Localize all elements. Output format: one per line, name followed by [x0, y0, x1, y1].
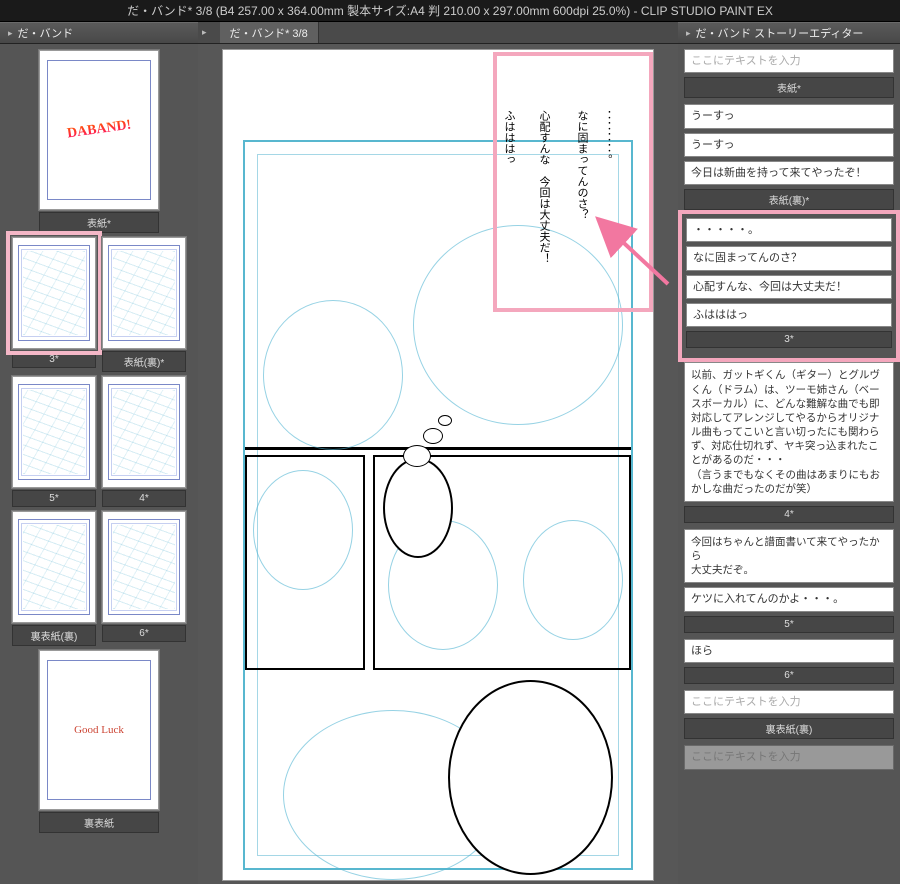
thumb-cell-cover-back[interactable]: 表紙(裏)*: [102, 237, 186, 372]
story-section-3: ・・・・・。 なに固まってんのさ？ 心配すんな、今回は大丈夫だ！ ふはははっ 3…: [684, 216, 894, 356]
thumb-label: 3*: [12, 351, 96, 368]
dialogue-text[interactable]: 心配すんな 今回は大丈夫だ！: [533, 110, 553, 264]
page-manager-header[interactable]: ▸ だ・バンド: [0, 22, 198, 44]
story-section-backcover-inside: ここにテキストを入力 裏表紙(裏): [684, 690, 894, 739]
story-section-cover: ここにテキストを入力 表紙*: [684, 49, 894, 98]
collapse-icon: ▸: [202, 27, 207, 38]
thumb-cell-cover[interactable]: DABAND! 表紙*: [39, 50, 159, 233]
thumb-cell-backcover-inside[interactable]: 裏表紙(裏): [12, 511, 96, 646]
thumb-label: 表紙*: [39, 212, 159, 233]
story-section-5: 今回はちゃんと譜面書いて来てやったから 大丈夫だぞ。 ケツに入れてんのかよ・・・…: [684, 529, 894, 633]
document-tabbar[interactable]: ▸ だ・バンド* 3/8: [198, 22, 678, 44]
thumb-label: 裏表紙: [39, 812, 159, 833]
story-section-label: 表紙(裏)*: [684, 189, 894, 210]
story-line-input[interactable]: 今日は新曲を持って来てやったぞ！: [684, 161, 894, 185]
document-tab-label: だ・バンド* 3/8: [230, 25, 308, 41]
thumb-cell-5[interactable]: 5*: [12, 376, 96, 507]
page-thumb[interactable]: [102, 376, 186, 488]
dialogue-text[interactable]: なに固まってんのさ？: [571, 110, 591, 220]
story-line-input[interactable]: ほら: [684, 639, 894, 663]
page-thumb[interactable]: [12, 376, 96, 488]
story-section-6: ほら 6*: [684, 639, 894, 684]
story-line-input[interactable]: うーすっ: [684, 104, 894, 128]
story-line-input[interactable]: ・・・・・。: [686, 218, 892, 242]
thumb-label: 裏表紙(裏): [12, 625, 96, 646]
main-layout: ▸ だ・バンド DABAND! 表紙* 3*: [0, 22, 900, 884]
story-section-label: 表紙*: [684, 77, 894, 98]
page-manager-title: だ・バンド: [18, 25, 74, 41]
thumb-label: 表紙(裏)*: [102, 351, 186, 372]
thumb-label: 5*: [12, 490, 96, 507]
story-section-label: 3*: [686, 331, 892, 348]
story-line-input[interactable]: ケツに入れてんのかよ・・・。: [684, 587, 894, 611]
story-editor-title: だ・バンド ストーリーエディター: [696, 25, 864, 41]
window-titlebar: だ・バンド* 3/8 (B4 257.00 x 364.00mm 製本サイズ:A…: [0, 0, 900, 22]
thumb-cell-backcover[interactable]: Good Luck 裏表紙: [39, 650, 159, 833]
story-section-label: 裏表紙(裏): [684, 718, 894, 739]
story-editor-panel: ▸ だ・バンド ストーリーエディター ここにテキストを入力 表紙* うーすっ う…: [678, 22, 900, 884]
collapse-icon: ▸: [686, 28, 691, 39]
thumb-cell-3[interactable]: 3*: [12, 237, 96, 372]
page-thumb[interactable]: [12, 511, 96, 623]
story-editor-header[interactable]: ▸ だ・バンド ストーリーエディター: [678, 22, 900, 44]
canvas-viewport[interactable]: ：：：：。 なに固まってんのさ？ 心配すんな 今回は大丈夫だ！ ふはははっ: [198, 44, 678, 884]
story-line-input[interactable]: ここにテキストを入力: [684, 745, 894, 769]
story-line-input[interactable]: ここにテキストを入力: [684, 690, 894, 714]
story-long-text[interactable]: 以前、ガットギくん（ギター）とグルヴくん（ドラム）は、ツーモ姉さん（ベースボーカ…: [684, 362, 894, 502]
thumb-label: 6*: [102, 625, 186, 642]
window-title: だ・バンド* 3/8 (B4 257.00 x 364.00mm 製本サイズ:A…: [127, 2, 773, 19]
page-thumb[interactable]: [102, 237, 186, 349]
story-line-input[interactable]: 今回はちゃんと譜面書いて来てやったから 大丈夫だぞ。: [684, 529, 894, 584]
canvas-panel: ▸ だ・バンド* 3/8: [198, 22, 678, 884]
story-section-cover-back: うーすっ うーすっ 今日は新曲を持って来てやったぞ！ 表紙(裏)*: [684, 104, 894, 210]
story-section-label: 5*: [684, 616, 894, 633]
dialogue-text[interactable]: ：：：：。: [595, 110, 615, 165]
thumb-cell-6[interactable]: 6*: [102, 511, 186, 646]
story-line-input[interactable]: ふはははっ: [686, 303, 892, 327]
page-manager-panel: ▸ だ・バンド DABAND! 表紙* 3*: [0, 22, 198, 884]
story-section-label: 4*: [684, 506, 894, 523]
document-tab[interactable]: だ・バンド* 3/8: [220, 22, 319, 43]
page-thumb[interactable]: Good Luck: [39, 650, 159, 810]
thumb-label: 4*: [102, 490, 186, 507]
story-line-input[interactable]: なに固まってんのさ？: [686, 246, 892, 270]
page-thumbnails[interactable]: DABAND! 表紙* 3* 表紙(裏)*: [0, 44, 198, 884]
collapse-icon: ▸: [8, 28, 13, 39]
dialogue-text[interactable]: ふはははっ: [498, 110, 518, 165]
story-section-4: 以前、ガットギくん（ギター）とグルヴくん（ドラム）は、ツーモ姉さん（ベースボーカ…: [684, 362, 894, 523]
story-line-input[interactable]: うーすっ: [684, 133, 894, 157]
page-thumb[interactable]: [12, 237, 96, 349]
manga-page[interactable]: ：：：：。 なに固まってんのさ？ 心配すんな 今回は大丈夫だ！ ふはははっ: [223, 50, 653, 880]
story-editor-body[interactable]: ここにテキストを入力 表紙* うーすっ うーすっ 今日は新曲を持って来てやったぞ…: [678, 44, 900, 884]
story-section-label: 6*: [684, 667, 894, 684]
page-thumb[interactable]: DABAND!: [39, 50, 159, 210]
story-line-input[interactable]: 心配すんな、今回は大丈夫だ！: [686, 275, 892, 299]
story-line-input[interactable]: ここにテキストを入力: [684, 49, 894, 73]
page-thumb[interactable]: [102, 511, 186, 623]
thumb-cell-4[interactable]: 4*: [102, 376, 186, 507]
